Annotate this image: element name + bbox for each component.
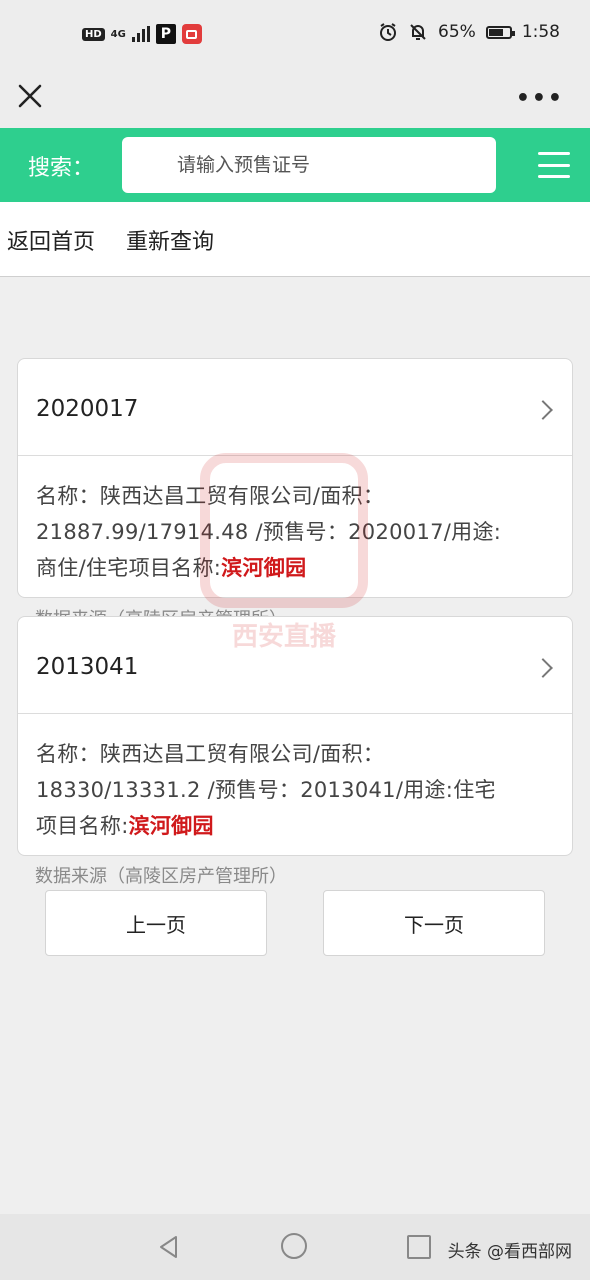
- hd-icon: HD: [82, 27, 105, 41]
- company-name: 陕西达昌工贸有限公司: [99, 484, 313, 508]
- name-label: 名称：: [36, 742, 100, 766]
- back-home-link[interactable]: 返回首页: [7, 224, 95, 256]
- presale-number: 2020017: [36, 396, 139, 422]
- chevron-right-icon: [533, 658, 553, 678]
- source-credit: 头条 @看西部网: [447, 1242, 572, 1262]
- usage-label: /用途:: [443, 520, 502, 544]
- network-type: 4G: [110, 28, 126, 40]
- area-value: 18330/13331.2: [36, 778, 201, 802]
- area-value: 21887.99/17914.48: [36, 520, 249, 544]
- usage-value: 住宅: [453, 778, 496, 802]
- presale-label: /预售号：: [248, 520, 349, 544]
- hamburger-menu-icon[interactable]: [538, 152, 570, 178]
- mute-bell-icon: [410, 24, 426, 40]
- result-card[interactable]: 2013041 名称：陕西达昌工贸有限公司/面积： 18330/13331.2 /…: [17, 616, 573, 856]
- battery-icon: [485, 25, 515, 39]
- name-label: 名称：: [36, 484, 100, 508]
- company-name: 陕西达昌工贸有限公司: [99, 742, 313, 766]
- status-right-icons: 65% 1:58: [378, 22, 560, 42]
- app-notification-icon: [181, 24, 202, 44]
- result-card-body: 名称：陕西达昌工贸有限公司/面积： 21887.99/17914.48 /预售号：…: [18, 456, 572, 586]
- requery-link[interactable]: 重新查询: [126, 224, 214, 256]
- status-left-icons: HD 4G P: [82, 24, 202, 44]
- alarm-icon: [380, 23, 397, 41]
- battery-percent: 65%: [438, 22, 476, 42]
- presale-value: 2013041: [300, 778, 396, 802]
- result-card-header[interactable]: 2013041: [18, 617, 572, 714]
- result-card-header[interactable]: 2020017: [18, 359, 572, 456]
- presale-number-input[interactable]: [122, 137, 496, 193]
- chevron-right-icon: [533, 400, 553, 420]
- data-source: 数据来源（高陵区房产管理所）: [35, 866, 287, 887]
- nav-links: 返回首页 重新查询: [0, 202, 590, 277]
- recents-square-icon[interactable]: [407, 1235, 431, 1259]
- project-name: 滨河御园: [128, 814, 214, 838]
- project-label: 项目名称:: [36, 814, 129, 838]
- back-triangle-icon[interactable]: [156, 1234, 182, 1260]
- prev-page-button[interactable]: 上一页: [45, 890, 267, 956]
- presale-value: 2020017: [348, 520, 444, 544]
- area-label: /面积：: [312, 742, 385, 766]
- status-bar: HD 4G P 65% 1:58: [0, 0, 590, 68]
- project-name: 滨河御园: [221, 556, 307, 580]
- webview-title-bar: •••: [0, 68, 590, 128]
- clock: 1:58: [521, 22, 560, 42]
- result-card-body: 名称：陕西达昌工贸有限公司/面积： 18330/13331.2 /预售号：2013…: [18, 714, 572, 844]
- search-label: 搜索：: [28, 156, 95, 181]
- result-card[interactable]: 2020017 名称：陕西达昌工贸有限公司/面积： 21887.99/17914.…: [17, 358, 573, 598]
- signal-icon: [131, 26, 150, 42]
- search-bar: 搜索：: [0, 128, 590, 202]
- more-options-icon[interactable]: •••: [516, 86, 564, 111]
- presale-label: /预售号：: [200, 778, 301, 802]
- next-page-button[interactable]: 下一页: [323, 890, 545, 956]
- presale-number: 2013041: [36, 654, 139, 680]
- home-circle-icon[interactable]: [281, 1233, 307, 1259]
- app-p-icon: P: [155, 24, 176, 44]
- usage-label: /用途:: [395, 778, 454, 802]
- project-label: /住宅项目名称:: [78, 556, 222, 580]
- area-label: /面积：: [312, 484, 385, 508]
- close-icon[interactable]: [14, 80, 46, 112]
- usage-value: 商住: [36, 556, 79, 580]
